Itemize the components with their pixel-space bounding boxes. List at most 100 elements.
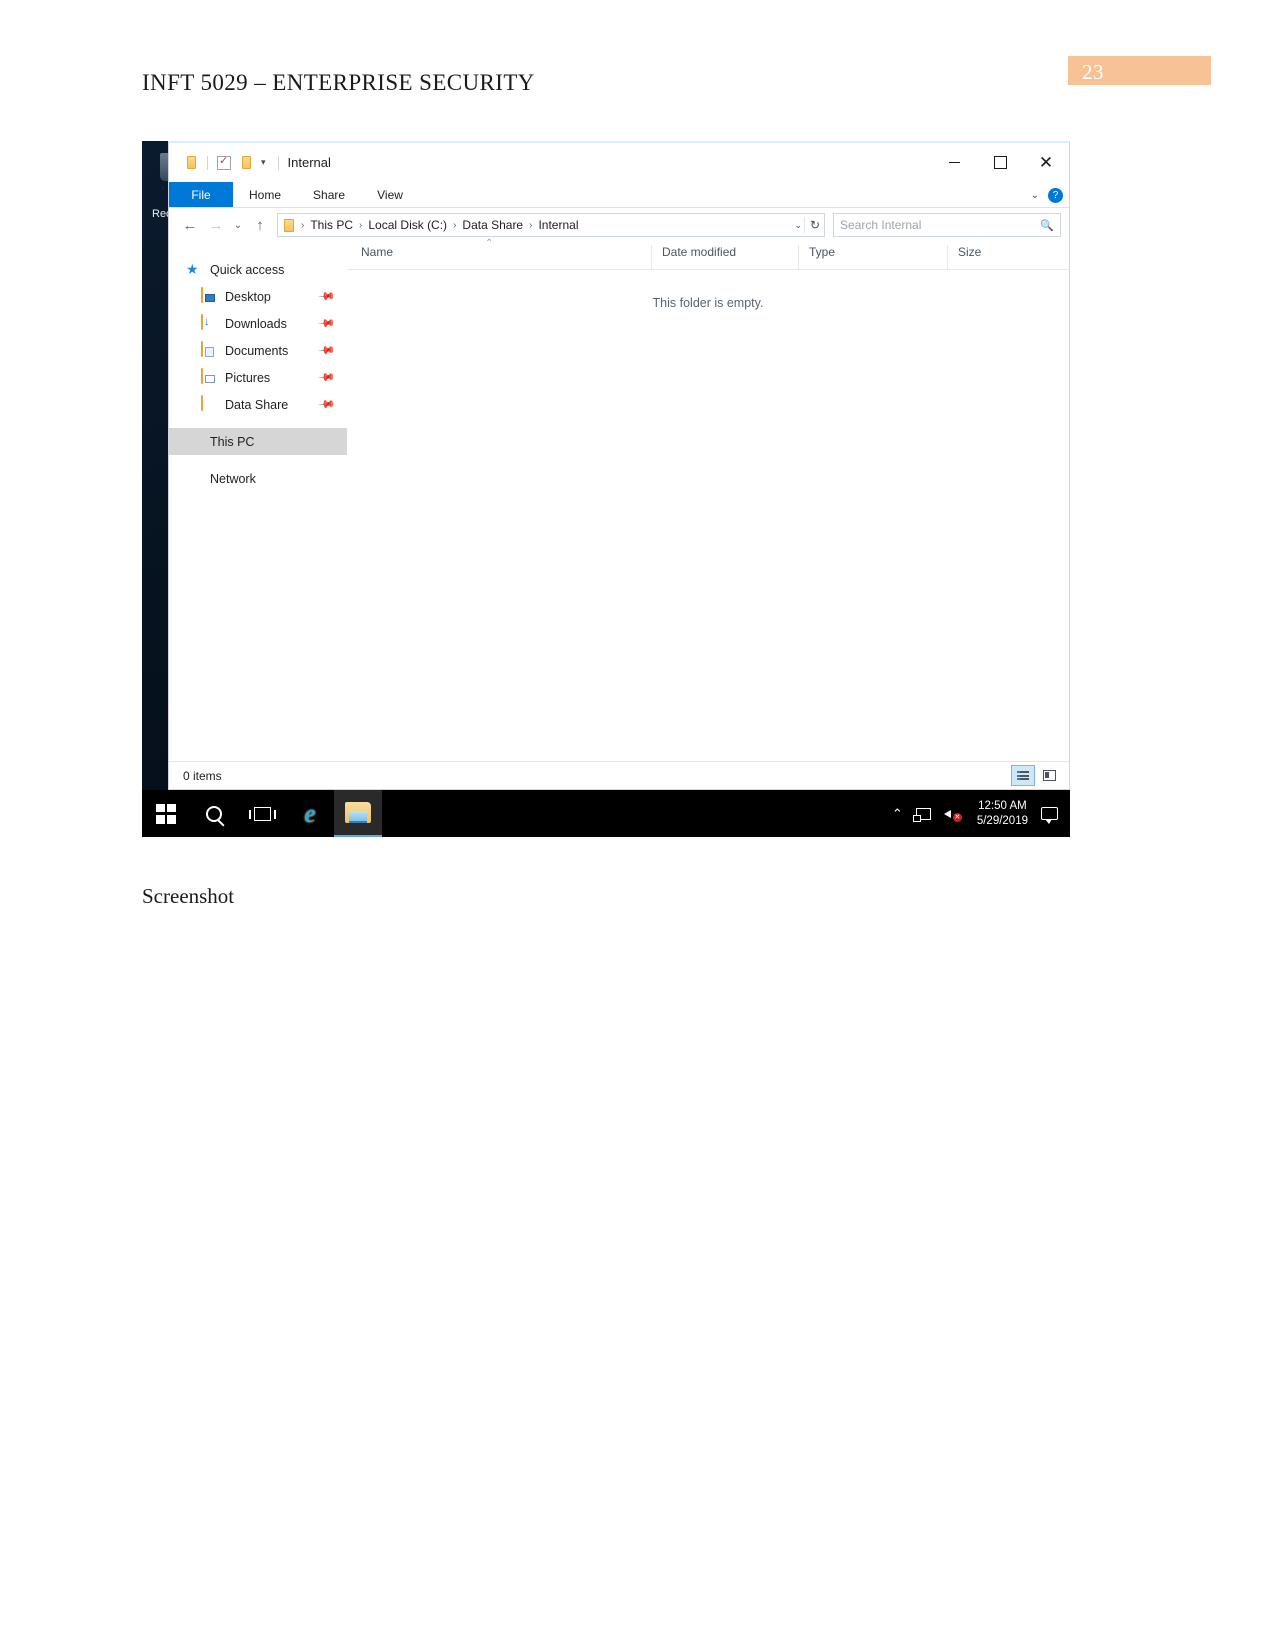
clock-time: 12:50 AM	[978, 799, 1027, 812]
file-explorer-button[interactable]	[334, 790, 382, 837]
sidebar-item-label: Quick access	[210, 262, 285, 277]
help-icon[interactable]: ?	[1048, 187, 1063, 203]
quick-access-toolbar: ▾	[169, 152, 268, 174]
up-button[interactable]: ↑	[247, 212, 273, 238]
tiles-view-button[interactable]	[1037, 765, 1061, 786]
address-toolbar: ← → ⌄ ↑ › This PC › Local Disk (C:) › Da…	[169, 208, 1069, 242]
sidebar-item-quick-access[interactable]: ★ Quick access	[169, 256, 347, 283]
sidebar-item-desktop[interactable]: Desktop 📌	[169, 283, 347, 310]
sidebar-item-downloads[interactable]: Downloads 📌	[169, 310, 347, 337]
chevron-down-icon[interactable]: ▾	[261, 157, 266, 168]
minimize-button[interactable]	[931, 143, 977, 182]
breadcrumb-internal[interactable]: Internal	[535, 218, 581, 232]
status-bar: 0 items	[169, 761, 1069, 789]
pin-icon[interactable]: 📌	[318, 314, 337, 333]
breadcrumb-separator: ›	[529, 219, 533, 231]
mute-mark: ✕	[952, 812, 962, 822]
maximize-button[interactable]	[977, 143, 1023, 182]
sidebar-item-label: Desktop	[225, 289, 271, 304]
folder-downloads-icon	[201, 314, 218, 332]
sidebar-item-documents[interactable]: Documents 📌	[169, 337, 347, 364]
document-header: 23 INFT 5029 – ENTERPRISE SECURITY	[0, 0, 1275, 120]
tab-home[interactable]: Home	[233, 182, 297, 207]
breadcrumb-separator: ›	[301, 219, 305, 231]
close-button[interactable]: ✕	[1023, 143, 1069, 182]
column-header-type[interactable]: Type	[798, 245, 947, 269]
column-header-size[interactable]: Size	[947, 245, 1046, 269]
network-icon[interactable]	[912, 807, 931, 822]
ribbon-tabs: File Home Share View ⌄ ?	[169, 182, 1069, 208]
address-bar[interactable]: › This PC › Local Disk (C:) › Data Share…	[277, 213, 825, 237]
explorer-body: ★ Quick access Desktop 📌 Downloads 📌 Doc…	[169, 238, 1069, 761]
tiles-view-icon	[1042, 770, 1056, 781]
clock[interactable]: 12:50 AM 5/29/2019	[977, 799, 1028, 829]
folder-icon[interactable]	[180, 152, 202, 174]
tab-view[interactable]: View	[361, 182, 419, 207]
column-label: Name	[361, 245, 394, 259]
windows-logo-icon	[156, 803, 176, 824]
view-toggle-group	[1011, 765, 1061, 786]
breadcrumb-this-pc[interactable]: This PC	[307, 218, 356, 232]
action-center-icon[interactable]	[1041, 807, 1058, 824]
sidebar-item-data-share[interactable]: Data Share 📌	[169, 391, 347, 418]
forward-button[interactable]: →	[203, 212, 229, 238]
column-header-date-modified[interactable]: Date modified	[651, 245, 798, 269]
this-pc-icon	[186, 433, 203, 450]
breadcrumb-data-share[interactable]: Data Share	[459, 218, 526, 232]
search-icon[interactable]: 🔍	[1040, 219, 1054, 232]
sidebar-item-network[interactable]: Network	[169, 465, 347, 492]
embedded-screenshot: Rec ▾ Internal ✕ File Home Share View	[142, 141, 1070, 837]
pin-icon[interactable]: 📌	[318, 368, 337, 387]
empty-folder-message: This folder is empty.	[652, 296, 764, 310]
show-hidden-icons-icon[interactable]: ⌃	[892, 806, 903, 822]
sidebar-item-label: Pictures	[225, 370, 271, 385]
system-tray: ⌃ ✕ 12:50 AM 5/29/2019	[892, 790, 1070, 837]
item-count-status: 0 items	[183, 768, 222, 783]
tab-share[interactable]: Share	[297, 182, 361, 207]
clock-date: 5/29/2019	[976, 814, 1028, 827]
sidebar-item-label: Downloads	[225, 316, 287, 331]
search-button[interactable]	[190, 790, 238, 837]
navigation-pane: ★ Quick access Desktop 📌 Downloads 📌 Doc…	[169, 242, 347, 761]
internet-explorer-button[interactable]: e	[286, 790, 334, 837]
page-title: INFT 5029 – ENTERPRISE SECURITY	[142, 70, 535, 95]
pin-icon[interactable]: 📌	[318, 395, 337, 414]
search-placeholder: Search Internal	[840, 218, 922, 232]
pin-icon[interactable]: 📌	[318, 287, 337, 306]
sidebar-item-this-pc[interactable]: This PC	[169, 428, 347, 455]
sidebar-item-pictures[interactable]: Pictures 📌	[169, 364, 347, 391]
file-list-pane: Name ⌃ Date modified Type Size This fold…	[347, 238, 1069, 761]
breadcrumb-local-disk[interactable]: Local Disk (C:)	[365, 218, 450, 232]
refresh-icon[interactable]: ↻	[803, 217, 820, 233]
speaker-muted-icon[interactable]: ✕	[943, 806, 962, 822]
tab-file[interactable]: File	[169, 182, 233, 207]
back-button[interactable]: ←	[177, 212, 203, 238]
sidebar-item-label: This PC	[210, 434, 255, 449]
file-list[interactable]: This folder is empty.	[347, 270, 1069, 761]
file-explorer-window: ▾ Internal ✕ File Home Share View ⌄ ? ← …	[168, 141, 1070, 790]
properties-icon[interactable]	[213, 152, 235, 174]
pin-icon[interactable]: 📌	[318, 341, 337, 360]
column-header-name[interactable]: Name ⌃	[347, 238, 651, 269]
details-view-button[interactable]	[1011, 765, 1035, 786]
details-view-icon	[1017, 771, 1029, 780]
chevron-down-icon[interactable]: ⌄	[1031, 190, 1039, 201]
sidebar-item-label: Documents	[225, 343, 289, 358]
windows-taskbar: e ⌃ ✕ 12:50 AM 5/29/2019	[142, 790, 1070, 837]
chevron-down-icon[interactable]: ⌄	[794, 220, 802, 231]
star-icon: ★	[186, 261, 199, 277]
folder-icon	[201, 395, 218, 413]
network-icon	[186, 470, 203, 487]
breadcrumb-separator: ›	[359, 219, 363, 231]
start-button[interactable]	[142, 790, 190, 837]
folder-icon	[284, 218, 294, 232]
column-headers: Name ⌃ Date modified Type Size	[347, 238, 1069, 270]
recent-locations-icon[interactable]: ⌄	[229, 212, 247, 238]
new-folder-icon[interactable]	[235, 152, 257, 174]
sort-ascending-icon: ⌃	[485, 238, 494, 249]
task-view-button[interactable]	[238, 790, 286, 837]
window-titlebar: ▾ Internal ✕	[169, 143, 1069, 182]
file-explorer-icon	[345, 802, 371, 823]
search-input[interactable]: Search Internal 🔍	[833, 213, 1061, 237]
ribbon-right-controls: ⌄ ?	[1031, 182, 1063, 208]
